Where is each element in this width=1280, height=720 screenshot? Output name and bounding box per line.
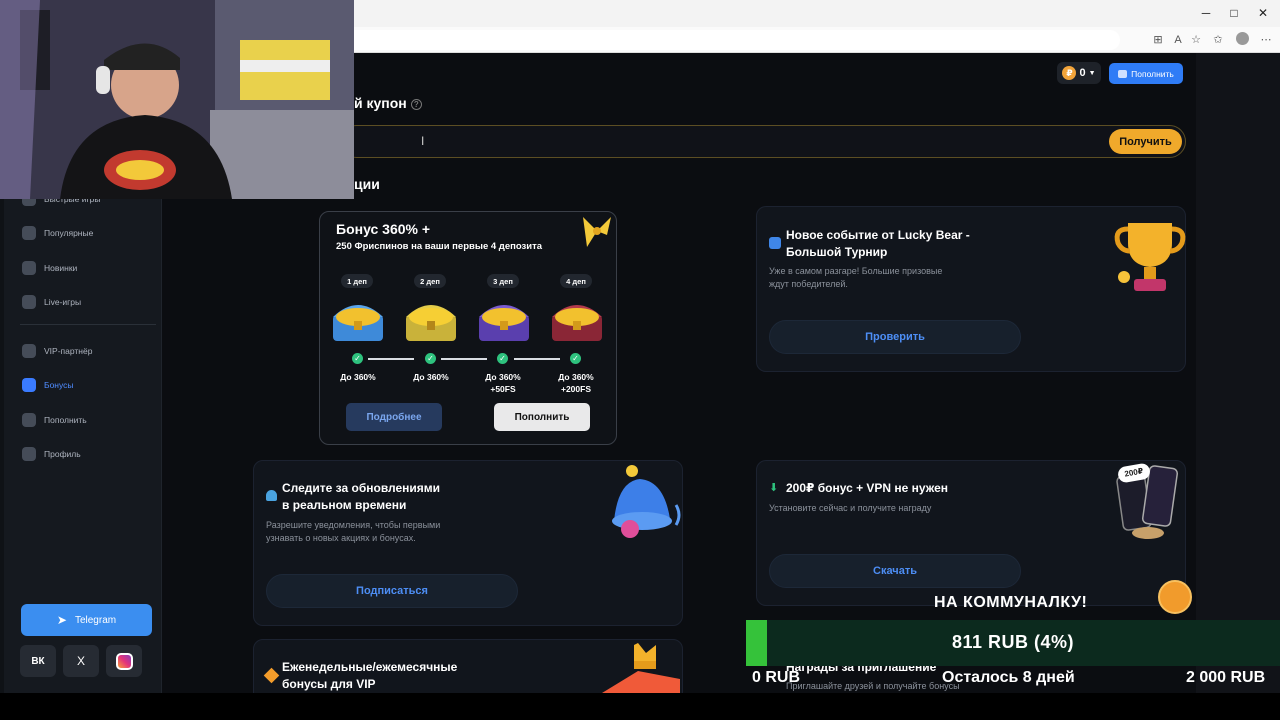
- bottom-black-bar: [0, 693, 1280, 720]
- tournament-check-button[interactable]: Проверить: [769, 320, 1021, 354]
- minimize-icon[interactable]: ─: [1196, 4, 1216, 22]
- deposit-step-label: 4 деп: [560, 274, 592, 288]
- notification-description: Разрешите уведомления, чтобы первыми узна…: [266, 520, 441, 543]
- check-icon: ✓: [570, 353, 581, 364]
- sidebar-item-bonuses[interactable]: Бонусы: [22, 375, 74, 395]
- check-icon: ✓: [497, 353, 508, 364]
- flame-icon: [22, 226, 36, 240]
- coupon-title: й купон?: [354, 95, 422, 111]
- deposit-step-label: 1 деп: [341, 274, 373, 288]
- coupon-submit-button[interactable]: Получить: [1109, 129, 1182, 154]
- live-icon: [22, 295, 36, 309]
- donation-goal: 2 000 RUB: [1186, 669, 1266, 686]
- donation-progress-value: 811 RUB (4%): [951, 632, 1075, 652]
- instagram-button[interactable]: [106, 645, 142, 677]
- address-bar[interactable]: [340, 30, 1120, 50]
- donation-badge-icon: [1158, 580, 1192, 614]
- webcam-overlay: [0, 0, 354, 199]
- text-cursor-icon: I: [421, 134, 425, 148]
- tournament-title: Новое событие от Lucky Bear - Большой Тур…: [786, 228, 970, 259]
- step-percent: До 360% +200FS: [558, 372, 594, 394]
- crown-icon: [598, 639, 684, 693]
- sidebar-item-deposit[interactable]: Пополнить: [22, 410, 87, 430]
- progress-connector: [441, 358, 487, 360]
- vip-bonus-title: Еженедельные/ежемесячные бонусы для VIP: [282, 660, 458, 691]
- treasure-chest-icon: [401, 293, 461, 345]
- bell-icon: [600, 463, 684, 547]
- trophy-icon: [1112, 213, 1188, 297]
- vk-button[interactable]: ВК: [20, 645, 56, 677]
- sidebar-item-vip-partner[interactable]: VIP-партнёр: [22, 341, 92, 361]
- maximize-icon[interactable]: □: [1224, 4, 1244, 22]
- sidebar-item-popular[interactable]: Популярные: [22, 223, 93, 243]
- new-icon: [22, 261, 36, 275]
- wallet-icon: [22, 413, 36, 427]
- subscribe-button[interactable]: Подписаться: [266, 574, 518, 608]
- sidebar-item-live[interactable]: Live-игры: [22, 292, 81, 312]
- telegram-button[interactable]: ➤ Telegram: [21, 604, 152, 636]
- deposit-step-label: 3 деп: [487, 274, 519, 288]
- invite-card-description: Приглашайте друзей и получайте бонусы: [786, 681, 960, 691]
- trophy-small-icon: [769, 237, 781, 249]
- vpn-description: Установите сейчас и получите награду: [769, 503, 932, 513]
- header-deposit-button[interactable]: Пополнить: [1109, 63, 1183, 84]
- step-percent: До 360%: [413, 372, 449, 382]
- telegram-icon: ➤: [56, 613, 67, 627]
- apps-icon[interactable]: ⊞: [1150, 32, 1166, 48]
- x-button[interactable]: X: [63, 645, 99, 677]
- user-icon: [22, 447, 36, 461]
- sidebar-item-profile[interactable]: Профиль: [22, 444, 81, 464]
- sidebar-divider: [20, 324, 156, 325]
- instagram-icon: [115, 652, 133, 670]
- favorite-star-icon[interactable]: ☆: [1188, 32, 1204, 48]
- step-percent: До 360%: [340, 372, 376, 382]
- bonus-details-button[interactable]: Подробнее: [346, 403, 442, 431]
- treasure-chest-icon: [474, 293, 534, 345]
- check-icon: ✓: [352, 353, 363, 364]
- treasure-chest-icon: [328, 293, 388, 345]
- balance-dropdown[interactable]: ₽0 ▼: [1057, 62, 1101, 84]
- help-icon[interactable]: ?: [410, 98, 422, 110]
- download-icon: ⬇: [769, 482, 779, 494]
- download-button[interactable]: Скачать: [769, 554, 1021, 588]
- treasure-chest-icon: [547, 293, 607, 345]
- donation-remaining: Осталось 8 дней: [942, 669, 1075, 686]
- page-right-gutter: [1196, 53, 1280, 693]
- progress-connector: [514, 358, 560, 360]
- step-percent: До 360% +50FS: [485, 372, 521, 394]
- bonus-card-title: Бонус 360% +: [336, 221, 431, 237]
- favorites-list-icon[interactable]: ✩: [1210, 32, 1226, 48]
- wallet-icon: [1118, 69, 1128, 78]
- chevron-down-icon: ▼: [1088, 69, 1096, 77]
- bonus-deposit-button[interactable]: Пополнить: [494, 403, 590, 431]
- coupon-input[interactable]: I: [340, 125, 1186, 158]
- tournament-description: Уже в самом разгаре! Большие призовые жду…: [769, 266, 943, 289]
- gift-bow-icon: [577, 213, 615, 251]
- notification-title: Следите за обновлениями в реальном времен…: [282, 481, 441, 512]
- mail-icon: [22, 344, 36, 358]
- deposit-step-label: 2 деп: [414, 274, 446, 288]
- close-icon[interactable]: ✕: [1253, 4, 1273, 22]
- vpn-title: 200₽ бонус + VPN не нужен: [786, 481, 949, 495]
- more-menu-icon[interactable]: ⋯: [1258, 32, 1274, 48]
- check-icon: ✓: [425, 353, 436, 364]
- bell-small-icon: [266, 490, 277, 501]
- coin-icon: ₽: [1062, 66, 1077, 80]
- donation-goal-title: НА КОММУНАЛКУ!: [934, 594, 1088, 611]
- bonus-card-subtitle: 250 Фриспинов на ваши первые 4 депозита: [336, 241, 543, 252]
- sidebar-item-new[interactable]: Новинки: [22, 258, 77, 278]
- progress-connector: [368, 358, 414, 360]
- donation-min: 0 RUB: [752, 669, 801, 686]
- read-aloud-icon[interactable]: A: [1170, 32, 1186, 48]
- profile-icon[interactable]: [1234, 32, 1250, 48]
- gift-icon: [22, 378, 36, 392]
- promotions-title: ции: [354, 176, 380, 192]
